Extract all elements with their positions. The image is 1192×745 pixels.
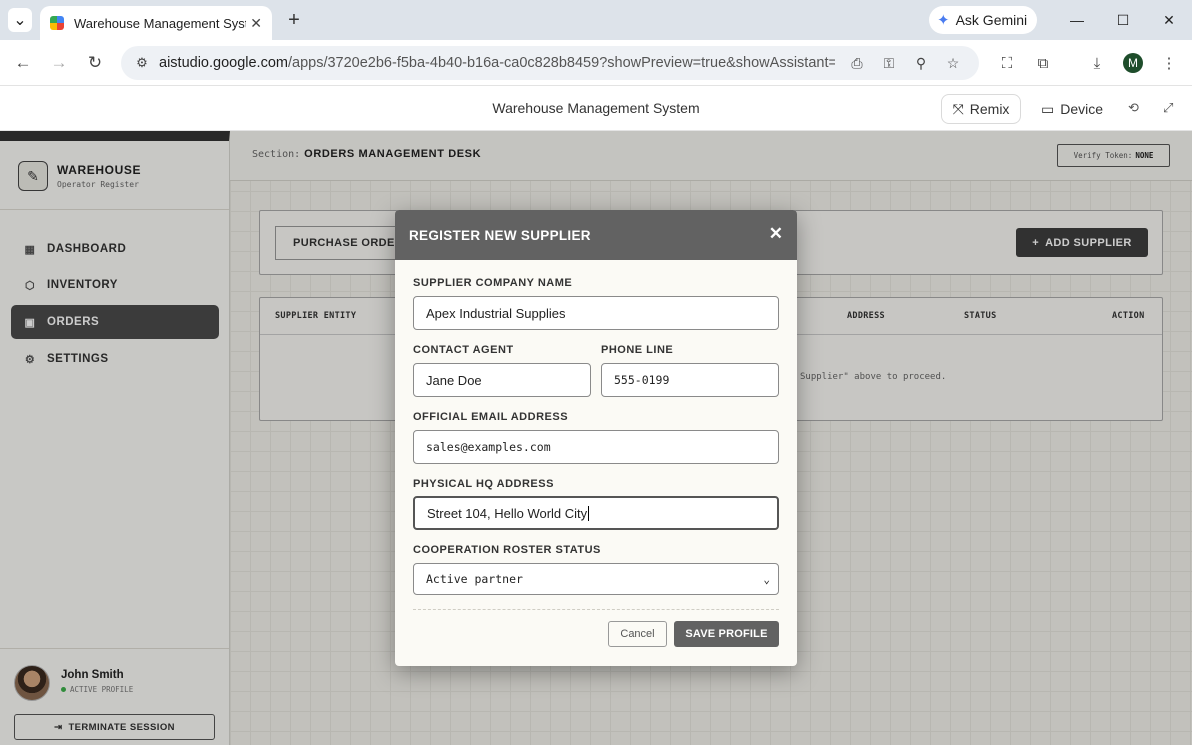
remix-icon: ⤧ (952, 100, 964, 117)
address-input[interactable]: Street 104, Hello World City (413, 496, 779, 530)
contact-agent-value: Jane Doe (426, 372, 482, 388)
cancel-button[interactable]: Cancel (608, 621, 667, 647)
profile-avatar[interactable]: M (1123, 53, 1143, 73)
install-app-icon[interactable]: ⎙ (847, 53, 867, 73)
phone-line-input[interactable]: 555-0199 (601, 363, 779, 397)
company-name-input[interactable]: Apex Industrial Supplies (413, 296, 779, 330)
device-icon: ▭ (1041, 100, 1055, 117)
forward-arrow-icon[interactable]: → (47, 51, 71, 75)
tab-title: Warehouse Management System (74, 15, 246, 31)
address-bar[interactable]: ⚙ aistudio.google.com/apps/3720e2b6-f5ba… (121, 46, 979, 80)
maximize-icon[interactable]: ☐ (1111, 8, 1135, 32)
reload-icon[interactable]: ↻ (83, 51, 107, 75)
new-tab-plus-icon[interactable]: + (282, 8, 306, 32)
remix-button[interactable]: ⤧ Remix (941, 94, 1021, 124)
email-label: OFFICIAL EMAIL ADDRESS (413, 411, 569, 423)
refresh-preview-icon[interactable]: ⟲ (1128, 100, 1139, 116)
browser-toolbar: ← → ↻ ⚙ aistudio.google.com/apps/3720e2b… (0, 40, 1192, 86)
bookmark-star-icon[interactable]: ☆ (943, 53, 963, 73)
status-select[interactable]: Active partner ⌄ (413, 563, 779, 595)
gemini-sparkle-icon: ✦ (937, 12, 950, 29)
ask-gemini-button[interactable]: ✦ Ask Gemini (929, 6, 1037, 34)
tab-search-chevron-icon[interactable]: ⌄ (8, 8, 32, 32)
downloads-icon[interactable]: ⤓ (1085, 51, 1109, 75)
more-menu-icon[interactable]: ⋮ (1157, 51, 1181, 75)
site-info-icon[interactable]: ⚙ (133, 54, 151, 72)
device-label: Device (1060, 101, 1104, 117)
address-label: PHYSICAL HQ ADDRESS (413, 478, 554, 490)
contact-agent-input[interactable]: Jane Doe (413, 363, 591, 397)
chevron-down-icon: ⌄ (763, 573, 770, 586)
status-label: COOPERATION ROSTER STATUS (413, 544, 601, 556)
url-host: aistudio.google.com (159, 55, 288, 71)
password-key-icon[interactable]: ⚿ (879, 53, 899, 73)
email-value: sales@examples.com (426, 440, 551, 454)
fullscreen-icon[interactable]: ⤢ (1163, 100, 1173, 116)
extensions-puzzle-icon[interactable]: ⧉ (1031, 51, 1055, 75)
register-supplier-modal: REGISTER NEW SUPPLIER ✕ SUPPLIER COMPANY… (395, 210, 797, 666)
phone-line-label: PHONE LINE (601, 344, 674, 356)
browser-tabbar: ⌄ Warehouse Management System ✕ + ✦ Ask … (0, 0, 1192, 40)
url-path: /apps/3720e2b6-f5ba-4b40-b16a-ca0c828b84… (287, 55, 835, 71)
modal-title: REGISTER NEW SUPPLIER (409, 227, 591, 243)
window-close-icon[interactable]: ✕ (1157, 8, 1181, 32)
device-button[interactable]: ▭ Device (1041, 94, 1103, 124)
screenshot-icon[interactable]: ⛶ (995, 51, 1019, 75)
email-field[interactable]: sales@examples.com (413, 430, 779, 464)
remix-label: Remix (969, 101, 1010, 117)
address-value: Street 104, Hello World City (427, 505, 588, 521)
url-text: aistudio.google.com/apps/3720e2b6-f5ba-4… (159, 55, 835, 71)
studio-header: Warehouse Management System ⤧ Remix ▭ De… (0, 87, 1192, 131)
status-value: Active partner (426, 572, 523, 586)
modal-divider (413, 609, 779, 610)
contact-agent-label: CONTACT AGENT (413, 344, 514, 356)
back-arrow-icon[interactable]: ← (11, 51, 35, 75)
zoom-icon[interactable]: ⚲ (911, 53, 931, 73)
minimize-icon[interactable]: — (1065, 8, 1089, 32)
company-name-label: SUPPLIER COMPANY NAME (413, 277, 573, 289)
ask-gemini-label: Ask Gemini (955, 12, 1028, 28)
text-caret (588, 505, 590, 521)
browser-tab[interactable]: Warehouse Management System ✕ (40, 6, 272, 40)
close-icon[interactable]: ✕ (769, 224, 783, 244)
company-name-value: Apex Industrial Supplies (426, 305, 566, 321)
aistudio-favicon-icon (50, 16, 64, 30)
phone-line-value: 555-0199 (614, 373, 670, 387)
save-profile-button[interactable]: SAVE PROFILE (674, 621, 779, 647)
modal-header: REGISTER NEW SUPPLIER (395, 210, 797, 260)
tab-close-icon[interactable]: ✕ (250, 15, 262, 32)
